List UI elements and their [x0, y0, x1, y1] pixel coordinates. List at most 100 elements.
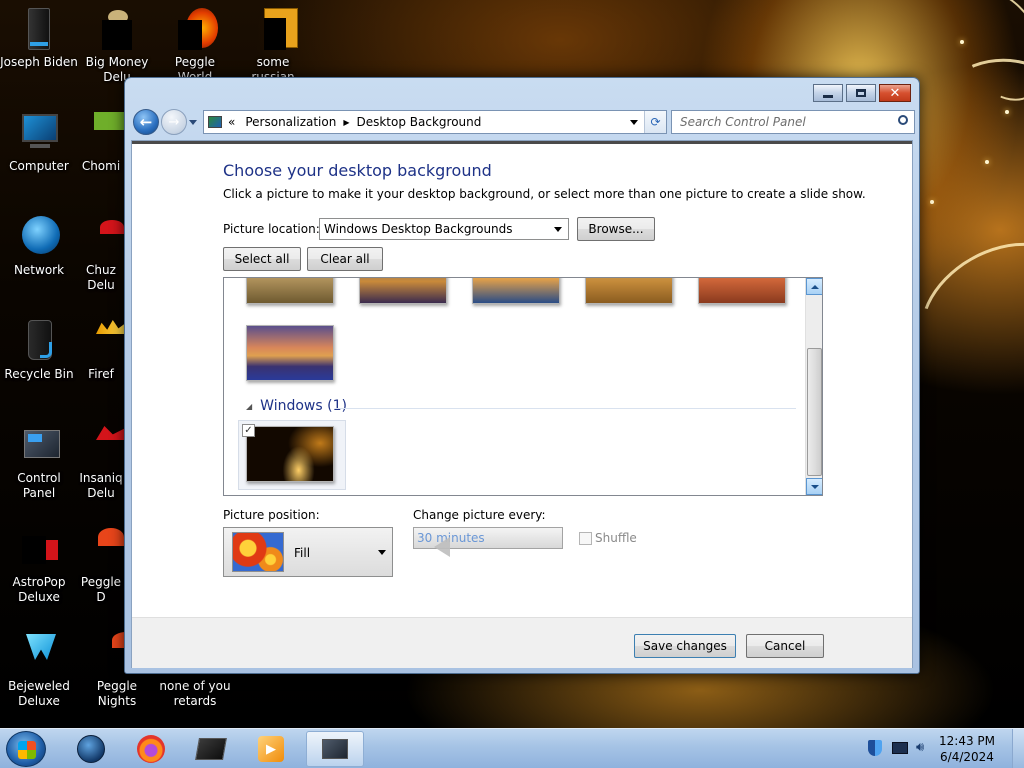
group-divider	[336, 408, 796, 409]
wallpaper-thumbnail[interactable]	[246, 325, 334, 381]
desktop-icon-label: Network	[13, 263, 65, 277]
globe-icon	[77, 735, 105, 763]
wallpaper-sparkle	[960, 40, 964, 44]
search-icon[interactable]	[898, 115, 908, 125]
refresh-button[interactable]: ⟳	[644, 111, 666, 133]
select-all-button[interactable]: Select all	[223, 247, 301, 271]
start-button[interactable]	[6, 731, 46, 767]
search-input[interactable]: Search Control Panel	[680, 115, 806, 129]
breadcrumb-desktop-background[interactable]: Desktop Background	[356, 115, 481, 129]
address-dropdown-icon[interactable]	[630, 120, 638, 125]
back-button[interactable]: ←	[133, 109, 159, 135]
desktop-icon-label: none of you retards kno...	[159, 679, 231, 708]
volume-icon[interactable]: 🔊︎	[916, 740, 932, 756]
taskbar: ▶ 🔊︎ 12:43 PM 6/4/2024	[0, 728, 1024, 768]
desktop-icon-label: Control Panel	[17, 471, 61, 500]
shuffle-checkbox[interactable]	[579, 532, 592, 545]
picture-location-value: Windows Desktop Backgrounds	[324, 222, 513, 236]
astropop-icon	[16, 526, 62, 572]
browse-button[interactable]: Browse...	[577, 217, 655, 241]
java-file-icon	[250, 6, 298, 52]
desktop-icon-label: Computer	[9, 159, 69, 173]
search-box[interactable]: Search Control Panel	[671, 110, 915, 134]
shuffle-label: Shuffle	[595, 531, 637, 545]
picture-position-label: Picture position:	[223, 508, 320, 522]
forward-button[interactable]: →	[161, 109, 187, 135]
taskbar-app-control-panel[interactable]	[306, 731, 364, 767]
maximize-button[interactable]	[846, 84, 876, 102]
picture-location-label: Picture location:	[223, 222, 320, 236]
desktop-icon-control-panel[interactable]: Control Panel	[0, 422, 78, 501]
peggle-icon	[78, 526, 124, 572]
scroll-up-button[interactable]	[806, 278, 822, 295]
picture-location-dropdown[interactable]: Windows Desktop Backgrounds	[319, 218, 569, 240]
gallery-scrollbar[interactable]	[805, 278, 822, 495]
breadcrumb-overflow[interactable]: «	[228, 115, 235, 129]
fill-preview-icon	[232, 532, 284, 572]
picture-gallery: ◢ Windows (1) ✓	[223, 277, 823, 496]
scroll-thumb[interactable]	[807, 348, 822, 476]
taskbar-app-media-player[interactable]: ▶	[242, 731, 300, 767]
media-player-icon: ▶	[258, 736, 284, 762]
windows-logo-icon	[18, 741, 36, 759]
wallpaper-thumbnail[interactable]	[698, 278, 786, 304]
desktop-icon-some-russian[interactable]: some russian	[234, 6, 312, 85]
collapse-triangle-icon: ◢	[246, 401, 253, 411]
breadcrumb-personalization[interactable]: Personalization	[245, 115, 336, 129]
address-bar[interactable]: « Personalization ▶ Desktop Background ⟳	[203, 110, 667, 134]
desktop-icon-firefly[interactable]: Firef	[78, 318, 124, 382]
bejeweled-icon	[16, 630, 62, 676]
chuzzle-icon	[78, 214, 124, 260]
taskbar-app-folder[interactable]	[182, 731, 240, 767]
clear-all-button[interactable]: Clear all	[307, 247, 383, 271]
restore-icon	[856, 89, 866, 97]
wallpaper-thumbnail[interactable]	[472, 278, 560, 304]
desktop-icon-joseph-biden[interactable]: Joseph Biden	[0, 6, 78, 70]
scroll-down-button[interactable]	[806, 478, 822, 495]
breadcrumb-separator-icon: ▶	[343, 117, 350, 127]
picture-position-dropdown[interactable]: Fill	[223, 527, 393, 577]
close-button[interactable]: ✕	[879, 84, 911, 102]
arrow-up-icon	[810, 284, 819, 289]
desktop-icon-computer[interactable]: Computer	[0, 110, 78, 174]
taskbar-app-firefox[interactable]	[122, 731, 180, 767]
refresh-icon: ⟳	[650, 115, 661, 129]
network-tray-icon[interactable]	[892, 740, 908, 756]
desktop-icon-label: Peggle Nights Deluxe	[96, 679, 138, 708]
desktop-icon-network[interactable]: Network	[0, 214, 78, 278]
minimize-icon	[823, 94, 833, 98]
desktop-icon-peggle-deluxe[interactable]: Peggle D	[78, 526, 124, 605]
shield-icon[interactable]	[868, 740, 884, 756]
desktop-icon-label: Bejeweled Deluxe	[8, 679, 70, 708]
content-pane: Choose your desktop background Click a p…	[131, 140, 913, 668]
windows-wallpaper-thumbnail[interactable]	[246, 426, 334, 482]
chevron-down-icon	[554, 227, 562, 232]
wallpaper-thumbnail[interactable]	[359, 278, 447, 304]
wallpaper-sparkle	[930, 200, 934, 204]
desktop-icon-bejeweled[interactable]: Bejeweled Deluxe	[0, 630, 78, 709]
desktop-icon-astropop[interactable]: AstroPop Deluxe	[0, 526, 78, 605]
minimize-button[interactable]	[813, 84, 843, 102]
wallpaper-thumbnail[interactable]	[246, 278, 334, 304]
desktop-icon-recycle-bin[interactable]: Recycle Bin	[0, 318, 78, 382]
desktop-icon-chuzzle[interactable]: Chuz Delu	[78, 214, 124, 293]
taskbar-app-globe[interactable]	[62, 731, 120, 767]
forward-arrow-icon: →	[168, 114, 180, 130]
save-changes-button[interactable]: Save changes	[634, 634, 736, 658]
thumbnail-checkbox[interactable]: ✓	[242, 424, 255, 437]
wallpaper-thumbnail[interactable]	[585, 278, 673, 304]
desktop-icon-peggle-world[interactable]: Peggle World	[156, 6, 234, 85]
content-top-border	[132, 141, 912, 144]
chomi-icon	[78, 110, 124, 156]
group-header-windows[interactable]: ◢ Windows (1)	[246, 398, 347, 414]
desktop-icon-big-money[interactable]: Big Money Delu	[78, 6, 156, 85]
monitor-icon	[16, 110, 62, 156]
cancel-button[interactable]: Cancel	[746, 634, 824, 658]
system-clock[interactable]: 12:43 PM 6/4/2024	[932, 733, 1002, 765]
recent-pages-chevron-icon[interactable]	[189, 120, 197, 125]
show-desktop-button[interactable]	[1012, 729, 1024, 768]
desktop-icon-insaniquarium[interactable]: Insaniq Delu	[78, 422, 124, 501]
desktop-icon-label: Chuz Delu	[86, 263, 116, 292]
desktop-icon-chomi[interactable]: Chomi	[78, 110, 124, 174]
network-globe-icon	[16, 214, 62, 260]
